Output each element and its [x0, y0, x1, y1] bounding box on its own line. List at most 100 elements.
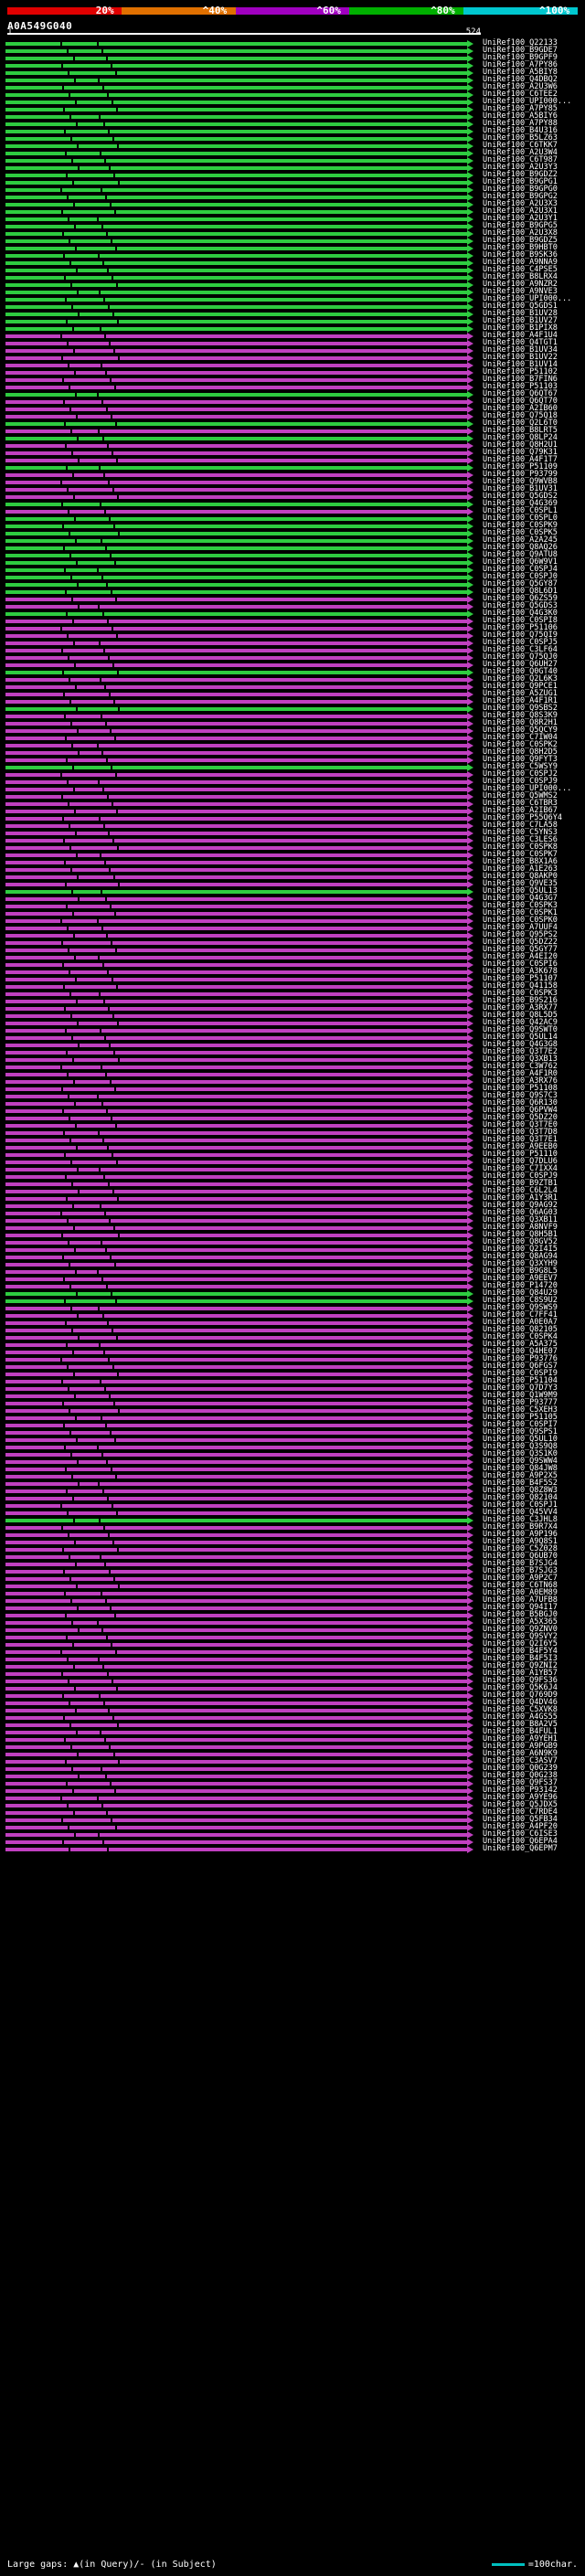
hit-alignment-bar [5, 339, 473, 348]
arrow-right-icon [467, 910, 473, 917]
arrow-right-icon [467, 128, 473, 135]
arrow-right-icon [467, 1407, 473, 1415]
arrow-right-icon [467, 976, 473, 983]
hit-alignment-bar [5, 1180, 473, 1189]
hit-alignment-bar [5, 1743, 473, 1752]
hit-alignment-bar [5, 222, 473, 231]
arrow-right-icon [467, 625, 473, 632]
arrow-right-icon [467, 1210, 473, 1217]
hit-alignment-bar [5, 1289, 473, 1299]
arrow-right-icon [467, 1627, 473, 1634]
arrow-right-icon [467, 1553, 473, 1561]
arrow-right-icon [467, 48, 473, 55]
hit-bar-line [5, 707, 468, 711]
arrow-right-icon [467, 457, 473, 464]
hit-bar-line [5, 239, 468, 243]
arrow-right-icon [467, 1824, 473, 1831]
arrow-right-icon [467, 1575, 473, 1583]
hit-alignment-bar [5, 1670, 473, 1679]
hit-bar-line [5, 1701, 468, 1705]
arrow-right-icon [467, 779, 473, 786]
hit-alignment-bar [5, 631, 473, 641]
arrow-right-icon [467, 647, 473, 654]
hit-alignment-bar [5, 1691, 473, 1701]
hit-alignment-bar [5, 1443, 473, 1452]
hit-alignment-bar [5, 1114, 473, 1123]
hit-alignment-bar [5, 90, 473, 100]
hit-alignment-bar [5, 1545, 473, 1554]
hit-bar-line [5, 890, 468, 894]
hit-alignment-bar [5, 865, 473, 875]
hit-alignment-bar [5, 1567, 473, 1576]
hit-alignment-bar [5, 1677, 473, 1686]
hit-alignment-bar [5, 302, 473, 312]
hit-bar-line [5, 1526, 468, 1530]
footer-scale: =100char. [491, 2560, 578, 2570]
hit-bar-line [5, 181, 468, 185]
arrow-right-icon [467, 208, 473, 216]
hit-alignment-bar [5, 47, 473, 56]
arrow-right-icon [467, 84, 473, 91]
hit-alignment-bar [5, 573, 473, 582]
arrow-right-icon [467, 888, 473, 896]
hit-bar-line [5, 1438, 468, 1442]
hit-bar-line [5, 1460, 468, 1464]
hit-alignment-bar [5, 485, 473, 494]
hit-bar-line [5, 795, 468, 799]
hit-bar-line [5, 459, 468, 462]
arrow-right-icon [467, 1765, 473, 1773]
hit-bar-line [5, 1131, 468, 1135]
hit-alignment-bar [5, 1194, 473, 1203]
hit-alignment-bar [5, 1421, 473, 1430]
hit-bar-line [5, 320, 468, 323]
arrow-right-icon [467, 479, 473, 486]
hit-alignment-bar [5, 1319, 473, 1328]
hit-alignment-bar [5, 697, 473, 706]
hit-alignment-bar [5, 1750, 473, 1759]
hit-bar-line [5, 159, 468, 163]
arrow-right-icon [467, 713, 473, 720]
hit-alignment-bar [5, 69, 473, 78]
hit-alignment-bar [5, 968, 473, 977]
arrow-right-icon [467, 1086, 473, 1093]
hit-alignment-bar [5, 376, 473, 385]
hit-bar-line [5, 1314, 468, 1318]
arrow-right-icon [467, 1597, 473, 1605]
arrow-right-icon [467, 347, 473, 355]
hit-row[interactable]: UniRef100_Q6EPM7 [0, 1845, 585, 1854]
arrow-right-icon [467, 1283, 473, 1290]
arrow-right-icon [467, 1195, 473, 1203]
hit-alignment-bar [5, 149, 473, 158]
arrow-right-icon [467, 121, 473, 128]
ruler-end-label: 524 [465, 27, 481, 37]
hit-bar-line [5, 766, 468, 769]
arrow-right-icon [467, 991, 473, 998]
hit-bar-line [5, 1307, 468, 1310]
hit-alignment-bar [5, 843, 473, 853]
arrow-right-icon [467, 186, 473, 194]
arrow-right-icon [467, 1056, 473, 1064]
arrow-right-icon [467, 1656, 473, 1663]
hit-bar-line [5, 1365, 468, 1369]
arrow-right-icon [467, 428, 473, 435]
hit-alignment-bar [5, 354, 473, 363]
arrow-right-icon [467, 143, 473, 150]
arrow-right-icon [467, 1137, 473, 1144]
hit-bar-line [5, 1321, 468, 1325]
hit-alignment-bar [5, 1099, 473, 1108]
hit-bar-line [5, 1797, 468, 1800]
arrow-right-icon [467, 362, 473, 369]
arrow-right-icon [467, 588, 473, 596]
arrow-right-icon [467, 289, 473, 296]
arrow-right-icon [467, 793, 473, 800]
hit-alignment-bar [5, 763, 473, 772]
hit-alignment-bar [5, 324, 473, 334]
hit-label[interactable]: UniRef100_Q6EPM7 [483, 1845, 558, 1853]
hit-bar-line [5, 905, 468, 908]
arrow-right-icon [467, 654, 473, 662]
hit-alignment-bar [5, 1070, 473, 1079]
hit-bar-line [5, 378, 468, 382]
hit-alignment-bar [5, 997, 473, 1006]
hit-bar-line [5, 1029, 468, 1033]
hit-alignment-bar [5, 588, 473, 597]
